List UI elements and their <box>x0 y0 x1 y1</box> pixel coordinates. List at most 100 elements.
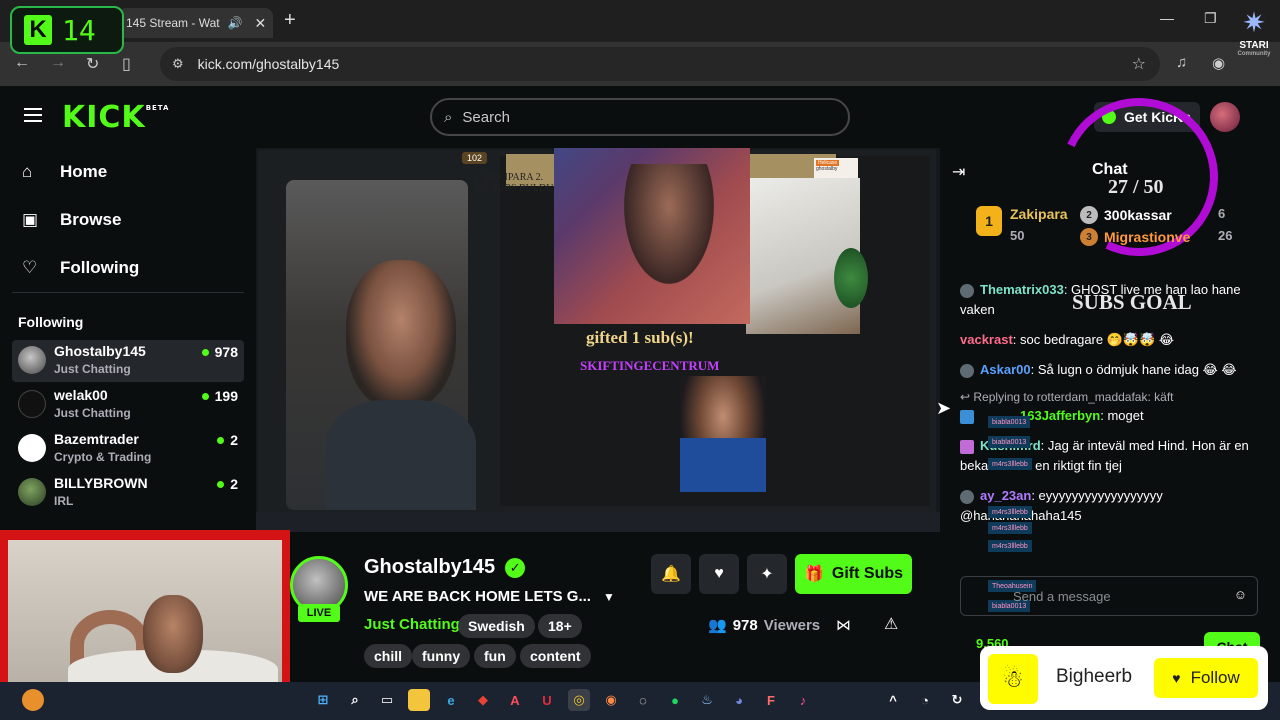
tag-chip[interactable]: funny <box>412 644 471 668</box>
chat-username[interactable]: vackrast <box>960 332 1013 347</box>
search-icon[interactable]: ⌕ <box>344 689 366 711</box>
forward-icon[interactable]: → <box>50 54 66 72</box>
url-text: kick.com/ghostalby145 <box>197 56 340 72</box>
browser-tab-bar: 145 Stream - Wat 🔊 ✕ + — ❐ <box>0 0 1280 42</box>
restore-icon[interactable]: ❐ <box>1204 10 1217 27</box>
app-icon[interactable]: U <box>536 689 558 711</box>
gift-subs-button[interactable]: 🎁 Gift Subs <box>795 554 912 594</box>
gift-alert-text: gifted 1 sub(s)! <box>586 328 694 347</box>
sidebar: ⌂ Home ▣ Browse ♡ Following Following Gh… <box>0 148 256 538</box>
sparkle-button[interactable]: ✦ <box>747 554 787 594</box>
profile-icon[interactable]: ◉ <box>1212 54 1225 72</box>
file-explorer-icon[interactable] <box>408 689 430 711</box>
reload-icon[interactable]: ↻ <box>86 54 99 74</box>
app-icon[interactable]: A <box>504 689 526 711</box>
chevron-down-icon[interactable]: ▼ <box>603 590 615 604</box>
split-view-icon[interactable]: ▯ <box>122 54 131 74</box>
channel-category: IRL <box>54 494 74 508</box>
tray-icon[interactable]: ◔ <box>914 689 936 711</box>
chrome-icon[interactable]: ◎ <box>568 689 590 711</box>
avatar <box>18 478 46 506</box>
steam-icon[interactable]: ♨ <box>696 689 718 711</box>
chat-text: : Så lugn o ödmjuk hane idag 😂 😂 <box>1030 362 1237 377</box>
app-icon[interactable]: F <box>760 689 782 711</box>
chat-username[interactable]: 163Jafferbyn <box>1020 408 1100 423</box>
report-icon[interactable]: ⚠ <box>884 614 898 634</box>
video-taskbar <box>256 512 940 532</box>
tag-chip[interactable]: chill <box>364 644 413 668</box>
tiktok-icon[interactable]: ♪ <box>792 689 814 711</box>
beta-badge: BETA <box>145 104 170 112</box>
follow-heart-button[interactable]: ♥ <box>699 554 739 594</box>
kick-logo-text: KICK <box>62 100 146 135</box>
task-view-icon[interactable]: ▭ <box>376 689 398 711</box>
sidebar-item-following[interactable]: ♡ Following <box>22 258 139 278</box>
spotify-icon[interactable]: ● <box>664 689 686 711</box>
sidebar-item-home[interactable]: ⌂ Home <box>22 162 107 182</box>
stream-title[interactable]: WE ARE BACK HOME LETS G... ▼ <box>364 588 615 605</box>
edge-icon[interactable]: e <box>440 689 462 711</box>
stream-category[interactable]: Just Chatting <box>364 616 460 633</box>
browser-tab[interactable]: 145 Stream - Wat 🔊 ✕ <box>118 8 273 38</box>
notification-bell-button[interactable]: 🔔 <box>651 554 691 594</box>
viewer-count-value: 2 <box>230 476 238 492</box>
user-avatar[interactable] <box>1210 102 1240 132</box>
collapse-chat-icon[interactable]: ⇥ <box>952 162 965 182</box>
start-icon[interactable]: ⊞ <box>312 689 334 711</box>
chat-message-input[interactable]: Send a message ☺ <box>960 576 1258 616</box>
channel-item[interactable]: BILLYBROWN IRL 2 <box>12 472 244 514</box>
chat-username[interactable]: ay_23an <box>980 488 1031 503</box>
streamer-webcam <box>0 530 290 698</box>
channel-item[interactable]: Ghostalby145 Just Chatting 978 <box>12 340 244 382</box>
new-tab-icon[interactable]: + <box>284 9 296 32</box>
kick-logo[interactable]: KICKBETA <box>62 100 169 135</box>
tag-chip[interactable]: Swedish <box>458 614 535 638</box>
user-badge-icon <box>960 283 974 298</box>
discord-icon[interactable]: ◕ <box>728 689 750 711</box>
tray-icon[interactable]: ↻ <box>946 689 968 711</box>
viewer-count-value: 978 <box>214 344 238 360</box>
site-info-icon[interactable]: ⚙ <box>172 56 184 72</box>
user-badge-icon <box>960 489 974 504</box>
channel-category: Crypto & Trading <box>54 450 152 464</box>
chat-username[interactable]: Askar00 <box>980 362 1031 377</box>
app-icon[interactable]: ◌ <box>632 689 654 711</box>
chat-message: vackrast: soc bedragare 🤭🤯🤯 😂 <box>960 330 1260 350</box>
screen: 145 Stream - Wat 🔊 ✕ + — ❐ K 14 ✷ STARI … <box>0 0 1280 720</box>
menu-icon[interactable] <box>24 108 42 126</box>
chat-username[interactable]: Thematrix033 <box>980 282 1064 297</box>
tag-chip[interactable]: fun <box>474 644 516 668</box>
emoji-icon[interactable]: ☺ <box>1234 587 1247 602</box>
viewer-count: 2 <box>217 432 238 448</box>
bookmark-star-icon[interactable]: ☆ <box>1132 54 1146 74</box>
media-control-icon[interactable]: ♫ <box>1176 54 1187 71</box>
k-badge-number: 14 <box>62 13 96 47</box>
share-icon[interactable]: ⋈ <box>836 616 851 634</box>
sparkle-icon: ✦ <box>760 566 774 583</box>
tag-chip[interactable]: content <box>520 644 591 668</box>
viewers-label: Viewers <box>763 616 821 634</box>
follow-button[interactable]: ♥ Follow <box>1154 658 1258 698</box>
app-icon[interactable]: ◆ <box>472 689 494 711</box>
app-icon[interactable]: ◉ <box>600 689 622 711</box>
leaderboard-row: 3 Migrastionve <box>1080 228 1190 246</box>
tag-chip[interactable]: 18+ <box>538 614 582 638</box>
back-icon[interactable]: ← <box>14 54 30 72</box>
speaker-icon[interactable]: 🔊 <box>228 16 243 30</box>
chat-message: Askar00: Så lugn o ödmjuk hane idag 😂 😂 <box>960 360 1260 380</box>
channel-item[interactable]: welak00 Just Chatting 199 <box>12 384 244 426</box>
tray-chevron-icon[interactable]: ^ <box>882 689 904 711</box>
sidebar-item-browse[interactable]: ▣ Browse <box>22 210 121 230</box>
video-player[interactable]: 102 1. ZAKIPARA 2. 100 SUBS BULDU Helicas… <box>256 148 940 532</box>
channel-item[interactable]: Bazemtrader Crypto & Trading 2 <box>12 428 244 470</box>
weather-icon[interactable] <box>22 689 44 711</box>
minimize-icon[interactable]: — <box>1160 10 1174 26</box>
channel-name[interactable]: Ghostalby145 <box>364 556 495 579</box>
video-face <box>346 260 456 410</box>
address-bar: ← → ↻ ▯ ⚙ kick.com/ghostalby145 ☆ ♫ ◉ <box>0 42 1280 86</box>
rank-badge: 1 <box>976 206 1002 236</box>
search-input[interactable]: ⌕ Search <box>430 98 850 136</box>
close-tab-icon[interactable]: ✕ <box>255 15 267 32</box>
chat-text: : moget <box>1100 408 1144 423</box>
url-field[interactable]: ⚙ kick.com/ghostalby145 ☆ <box>160 47 1160 81</box>
